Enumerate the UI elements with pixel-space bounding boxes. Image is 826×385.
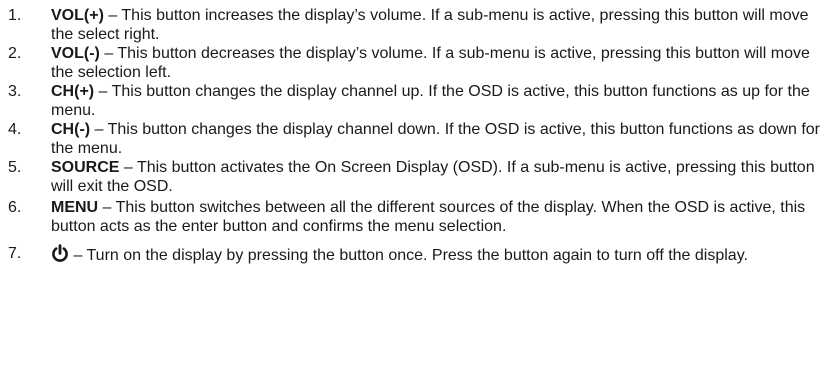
item-description: – This button switches between all the d…: [51, 199, 806, 235]
list-item-source: 5. SOURCE – This button activates the On…: [8, 158, 820, 196]
list-item-power: 7. – Turn on the display by pressing the…: [8, 244, 820, 265]
item-number: 1.: [8, 7, 22, 24]
item-number: 4.: [8, 121, 22, 138]
item-description: – This button decreases the display’s vo…: [51, 45, 810, 81]
item-number: 2.: [8, 45, 22, 62]
item-description: – Turn on the display by pressing the bu…: [69, 247, 748, 264]
list-item-vol-plus: 1. VOL(+) – This button increases the di…: [8, 6, 820, 44]
item-number: 3.: [8, 83, 22, 100]
item-number: 7.: [8, 245, 22, 262]
item-term: CH(-): [51, 121, 91, 138]
item-number: 6.: [8, 199, 22, 216]
item-description: – This button changes the display channe…: [51, 121, 820, 157]
list-item-ch-plus: 3. CH(+) – This button changes the displ…: [8, 82, 820, 120]
item-term: VOL(+): [51, 7, 104, 24]
list-item-vol-minus: 2. VOL(-) – This button decreases the di…: [8, 44, 820, 82]
item-description: – This button increases the display’s vo…: [51, 7, 809, 43]
item-term: CH(+): [51, 83, 95, 100]
item-description: – This button changes the display channe…: [51, 83, 810, 119]
item-number: 5.: [8, 159, 22, 176]
item-term: MENU: [51, 199, 99, 216]
power-icon: [51, 244, 69, 263]
item-term: SOURCE: [51, 159, 120, 176]
item-description: – This button activates the On Screen Di…: [51, 159, 815, 195]
list-item-ch-minus: 4. CH(-) – This button changes the displ…: [8, 120, 820, 158]
list-item-menu: 6. MENU – This button switches between a…: [8, 198, 820, 236]
button-description-list: 1. VOL(+) – This button increases the di…: [8, 6, 820, 265]
item-term: VOL(-): [51, 45, 100, 62]
